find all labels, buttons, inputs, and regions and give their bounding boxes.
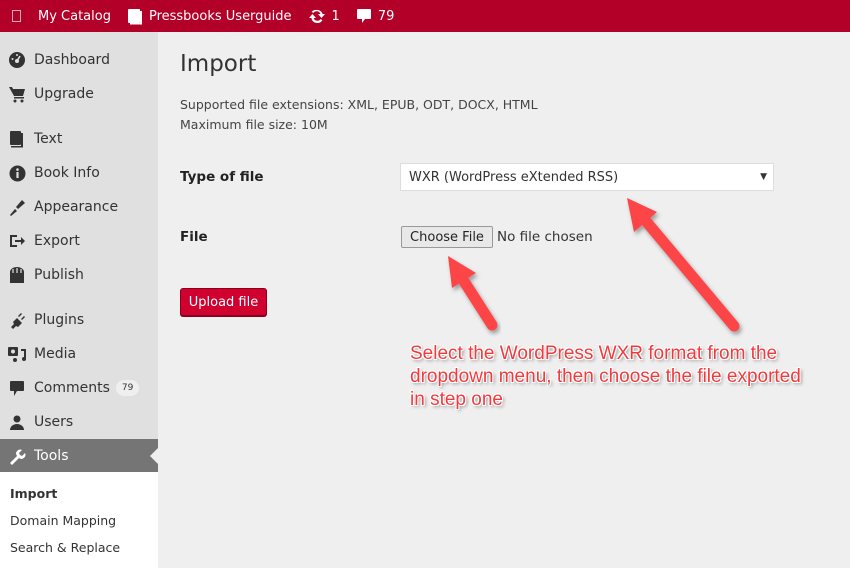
- sidebar-item-book-info[interactable]: Book Info: [0, 156, 158, 190]
- sidebar-label: Plugins: [34, 312, 85, 328]
- sidebar-item-users[interactable]: Users: [0, 405, 158, 439]
- sidebar-item-upgrade[interactable]: Upgrade: [0, 77, 158, 111]
- my-catalog-link[interactable]: My Catalog: [30, 0, 119, 32]
- sidebar-label: Users: [34, 414, 74, 430]
- sidebar-label: Appearance: [34, 199, 119, 215]
- submenu-item-import[interactable]: Import: [10, 486, 57, 501]
- comments-count: 79: [377, 8, 395, 24]
- sidebar-label: Comments: [34, 380, 110, 396]
- dropdown-arrow-icon: ▼: [760, 172, 767, 182]
- type-of-file-value: WXR (WordPress eXtended RSS): [409, 169, 619, 185]
- updates-link[interactable]: 1: [300, 0, 348, 32]
- arrow-to-choose-file: [448, 256, 498, 331]
- store-icon: [0, 266, 34, 284]
- tools-submenu: Import Domain Mapping Search & Replace: [0, 472, 158, 568]
- export-icon: [0, 233, 34, 249]
- sidebar-label: Export: [34, 233, 80, 249]
- plugin-icon: [0, 311, 34, 329]
- site-name-label: Pressbooks Userguide: [148, 8, 292, 24]
- submenu-item-domain-mapping[interactable]: Domain Mapping: [10, 513, 116, 528]
- admin-bar: My Catalog Pressbooks Userguide 1 79: [0, 0, 850, 32]
- supported-extensions-text: Supported file extensions: XML, EPUB, OD…: [180, 97, 538, 112]
- comment-icon: [356, 8, 372, 24]
- sidebar-item-export[interactable]: Export: [0, 224, 158, 258]
- type-of-file-label: Type of file: [180, 169, 264, 185]
- upload-file-button[interactable]: Upload file: [180, 288, 267, 316]
- sidebar-label: Upgrade: [34, 86, 94, 102]
- sidebar-item-appearance[interactable]: Appearance: [0, 190, 158, 224]
- type-of-file-select[interactable]: WXR (WordPress eXtended RSS) ▼: [400, 163, 774, 191]
- file-label: File: [180, 229, 208, 245]
- site-name-link[interactable]: Pressbooks Userguide: [119, 0, 300, 32]
- sidebar-label: Dashboard: [34, 52, 110, 68]
- paintbrush-icon: [0, 198, 34, 216]
- book-icon: [0, 130, 34, 148]
- annotation-callout-text: Select the WordPress WXR format from the…: [410, 343, 801, 410]
- updates-icon: [308, 8, 326, 24]
- media-icon: [0, 345, 34, 363]
- wordpress-logo-icon: [11, 10, 21, 22]
- sidebar-item-tools[interactable]: Tools: [0, 439, 158, 473]
- sidebar-item-comments[interactable]: Comments 79: [0, 371, 158, 405]
- sidebar-item-media[interactable]: Media: [0, 337, 158, 371]
- sidebar-label: Tools: [34, 448, 69, 464]
- sidebar-item-text[interactable]: Text: [0, 122, 158, 156]
- sidebar-label: Media: [34, 346, 77, 362]
- sidebar-item-plugins[interactable]: Plugins: [0, 303, 158, 337]
- comments-link[interactable]: 79: [348, 0, 403, 32]
- sidebar-label: Book Info: [34, 165, 100, 181]
- dashboard-icon: [0, 51, 34, 69]
- info-icon: [0, 165, 34, 182]
- comments-count-badge: 79: [115, 380, 140, 396]
- my-catalog-label: My Catalog: [38, 8, 111, 24]
- submenu-item-search-replace[interactable]: Search & Replace: [10, 540, 120, 555]
- sidebar-item-dashboard[interactable]: Dashboard: [0, 43, 158, 77]
- sidebar-label: Text: [34, 131, 63, 147]
- updates-count: 1: [331, 8, 340, 24]
- arrow-to-dropdown: [627, 198, 740, 332]
- wordpress-logo-button[interactable]: [2, 0, 30, 32]
- choose-file-button[interactable]: Choose File: [401, 226, 493, 248]
- page-title: Import: [180, 51, 257, 77]
- users-icon: [0, 414, 34, 431]
- cart-icon: [0, 85, 34, 103]
- book-icon: [127, 8, 143, 25]
- sidebar-label: Publish: [34, 267, 84, 283]
- wrench-icon: [0, 447, 34, 465]
- comment-icon: [0, 380, 34, 397]
- max-file-size-text: Maximum file size: 10M: [180, 117, 328, 132]
- sidebar-item-publish[interactable]: Publish: [0, 258, 158, 292]
- no-file-chosen-text: No file chosen: [497, 229, 593, 245]
